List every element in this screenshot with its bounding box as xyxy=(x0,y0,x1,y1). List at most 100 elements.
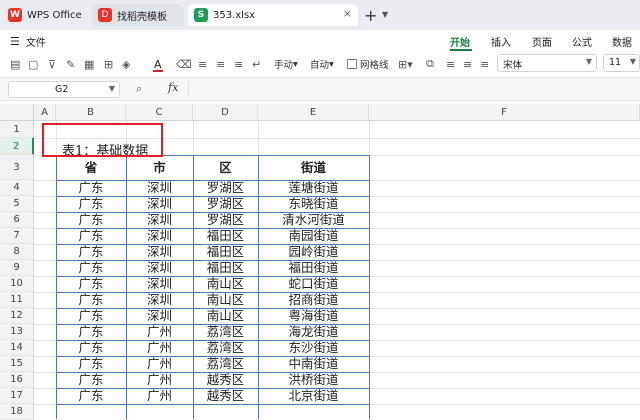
column-header-c[interactable]: C xyxy=(126,104,193,121)
merge-icon[interactable]: ⧉ xyxy=(426,56,434,72)
manual-button[interactable]: 手动 ▾ xyxy=(274,56,298,72)
format-painter-icon[interactable]: ✎ xyxy=(66,56,75,72)
function-icon[interactable]: fx xyxy=(168,81,178,94)
table-cell[interactable]: 东晓街道 xyxy=(258,196,369,212)
table-cell[interactable]: 广州 xyxy=(126,340,193,356)
zoom-search-icon[interactable]: ⌕ xyxy=(136,82,142,96)
table-cell[interactable]: 南山区 xyxy=(193,276,258,292)
table-cell[interactable]: 广州 xyxy=(126,324,193,340)
table-cell[interactable]: 福田街道 xyxy=(258,260,369,276)
table-cell[interactable]: 福田区 xyxy=(193,244,258,260)
table-cell[interactable]: 蛇口街道 xyxy=(258,276,369,292)
tab-spreadsheet-file[interactable]: S 353.xlsx × xyxy=(188,4,358,26)
table-cell[interactable]: 罗湖区 xyxy=(193,196,258,212)
row-header-5[interactable]: 5 xyxy=(0,196,34,212)
table-cell[interactable]: 广州 xyxy=(126,388,193,404)
table-cell[interactable]: 越秀区 xyxy=(193,372,258,388)
tab-wps-office[interactable]: W WPS Office xyxy=(2,4,88,26)
table-cell[interactable]: 广州 xyxy=(126,372,193,388)
table-cell[interactable]: 深圳 xyxy=(126,276,193,292)
row-header-15[interactable]: 15 xyxy=(0,356,34,372)
table-cell[interactable]: 南山区 xyxy=(193,308,258,324)
table-cell[interactable]: 广东 xyxy=(56,324,126,340)
table-cell[interactable]: 福田区 xyxy=(193,260,258,276)
align-right-icon[interactable]: ≡ xyxy=(234,56,243,72)
table-style-icon[interactable]: ▦ xyxy=(84,56,94,72)
table-cell[interactable]: 罗湖区 xyxy=(193,212,258,228)
auto-button[interactable]: 自动 ▾ xyxy=(310,56,334,72)
chevron-down-icon[interactable]: ▼ xyxy=(382,10,388,19)
table-cell[interactable]: 广东 xyxy=(56,340,126,356)
table-cell[interactable]: 深圳 xyxy=(126,212,193,228)
table-cell[interactable]: 深圳 xyxy=(126,228,193,244)
filter-icon[interactable]: ⊽ xyxy=(48,56,56,72)
table-cell[interactable]: 广州 xyxy=(126,356,193,372)
table-cell[interactable]: 广东 xyxy=(56,292,126,308)
table-cell[interactable]: 广东 xyxy=(56,244,126,260)
clipboard-icon[interactable]: ▢ xyxy=(28,56,38,72)
tab-insert[interactable]: 插入 xyxy=(491,34,511,49)
tab-formulas[interactable]: 公式 xyxy=(572,34,592,49)
table-cell[interactable]: 广东 xyxy=(56,356,126,372)
table-cell[interactable]: 北京街道 xyxy=(258,388,369,404)
tab-home[interactable]: 开始 xyxy=(450,34,470,49)
table-cell[interactable]: 广东 xyxy=(56,196,126,212)
column-header-f[interactable]: F xyxy=(369,104,640,121)
table-cell[interactable]: 广东 xyxy=(56,260,126,276)
table-cell[interactable]: 荔湾区 xyxy=(193,356,258,372)
table-cell[interactable]: 东沙街道 xyxy=(258,340,369,356)
row-header-17[interactable]: 17 xyxy=(0,388,34,404)
font-size-select[interactable]: 11 ▼ xyxy=(603,54,640,72)
row-header-7[interactable]: 7 xyxy=(0,228,34,244)
new-tab-button[interactable]: + xyxy=(364,6,377,25)
name-box[interactable]: G2 ▼ xyxy=(8,81,120,98)
row-header-1[interactable]: 1 xyxy=(0,121,34,138)
align-center-icon[interactable]: ≡ xyxy=(216,56,225,72)
gridlines-toggle[interactable]: 网格线 xyxy=(347,56,389,72)
table-cell[interactable]: 广东 xyxy=(56,372,126,388)
column-header-b[interactable]: B xyxy=(56,104,126,121)
table-cell[interactable]: 粤海街道 xyxy=(258,308,369,324)
align-left-icon[interactable]: ≡ xyxy=(198,56,207,72)
text-align-center-icon[interactable]: ≡ xyxy=(463,56,472,72)
borders-menu-icon[interactable]: ⊞▾ xyxy=(398,56,413,72)
row-header-6[interactable]: 6 xyxy=(0,212,34,228)
text-align-left-icon[interactable]: ≡ xyxy=(446,56,455,72)
table-cell[interactable]: 罗湖区 xyxy=(193,180,258,196)
border-icon[interactable]: ⊞ xyxy=(104,56,113,72)
row-header-9[interactable]: 9 xyxy=(0,260,34,276)
table-cell[interactable]: 广东 xyxy=(56,228,126,244)
table-cell[interactable]: 广东 xyxy=(56,212,126,228)
row-header-11[interactable]: 11 xyxy=(0,292,34,308)
close-tab-icon[interactable]: × xyxy=(343,7,352,20)
row-header-18[interactable]: 18 xyxy=(0,404,34,420)
font-family-select[interactable]: 宋体 ▼ xyxy=(497,54,597,72)
table-cell[interactable]: 洪桥街道 xyxy=(258,372,369,388)
formula-input[interactable] xyxy=(188,81,640,98)
table-header-cell[interactable]: 区 xyxy=(193,155,258,180)
table-cell[interactable]: 荔湾区 xyxy=(193,340,258,356)
table-cell[interactable]: 园岭街道 xyxy=(258,244,369,260)
row-header-4[interactable]: 4 xyxy=(0,180,34,196)
row-header-3[interactable]: 3 xyxy=(0,155,34,180)
table-cell[interactable]: 海龙街道 xyxy=(258,324,369,340)
tab-page[interactable]: 页面 xyxy=(532,34,552,49)
table-header-cell[interactable]: 街道 xyxy=(258,155,369,180)
table-cell[interactable]: 招商街道 xyxy=(258,292,369,308)
row-header-13[interactable]: 13 xyxy=(0,324,34,340)
table-cell[interactable]: 深圳 xyxy=(126,196,193,212)
column-header-e[interactable]: E xyxy=(258,104,369,121)
table-cell[interactable]: 越秀区 xyxy=(193,388,258,404)
table-cell[interactable]: 深圳 xyxy=(126,180,193,196)
row-header-16[interactable]: 16 xyxy=(0,372,34,388)
table-cell[interactable]: 深圳 xyxy=(126,292,193,308)
table-cell[interactable]: 福田区 xyxy=(193,228,258,244)
table-cell[interactable]: 南园街道 xyxy=(258,228,369,244)
paste-icon[interactable]: ▤ xyxy=(10,56,20,72)
row-header-2[interactable]: 2 xyxy=(0,138,34,155)
column-header-a[interactable]: A xyxy=(34,104,56,121)
column-header-d[interactable]: D xyxy=(193,104,258,121)
table-cell[interactable]: 广东 xyxy=(56,308,126,324)
table-cell[interactable]: 广东 xyxy=(56,180,126,196)
row-header-14[interactable]: 14 xyxy=(0,340,34,356)
